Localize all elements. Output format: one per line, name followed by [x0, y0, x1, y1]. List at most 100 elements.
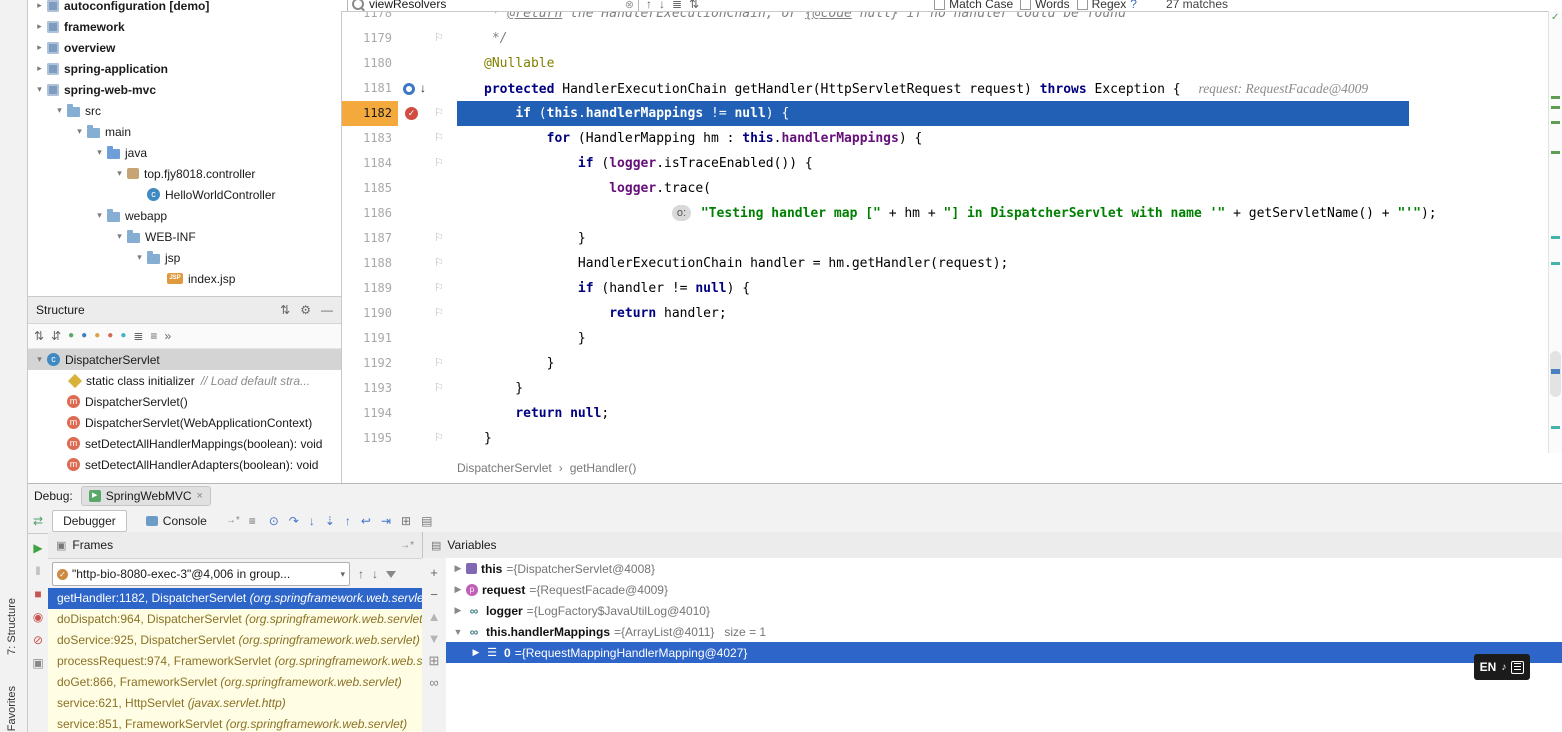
chevron-down-icon[interactable]: ▾ [72, 126, 87, 137]
line-number[interactable]: 1188 [342, 251, 398, 276]
editor-line[interactable]: 1191 } [342, 326, 1562, 351]
structure-tree-item[interactable]: msetDetectAllHandlerAdapters(boolean): v… [28, 454, 341, 475]
prev-frame-icon[interactable]: ↑ [358, 568, 364, 580]
remove-watch-icon[interactable]: − [430, 588, 438, 601]
debug-session-tab[interactable]: ▶ SpringWebMVC × [81, 486, 211, 506]
settings-gear-icon[interactable]: ⚙ [300, 304, 311, 316]
close-icon[interactable]: × [197, 490, 203, 502]
view-breakpoints-icon[interactable]: ◉ [33, 611, 43, 623]
line-number[interactable]: 1185 [342, 176, 398, 201]
error-stripe-mark[interactable] [1551, 369, 1560, 374]
editor-line[interactable]: 1190⚐ return handler; [342, 301, 1562, 326]
line-number[interactable]: 1179 [342, 26, 398, 51]
error-stripe-mark[interactable] [1551, 121, 1560, 124]
line-number[interactable]: 1189 [342, 276, 398, 301]
editor-line[interactable]: 1179⚐ */ [342, 26, 1562, 51]
line-number[interactable]: 1192 [342, 351, 398, 376]
thread-selector[interactable]: ✓ "http-bio-8080-exec-3"@4,006 in group.… [52, 562, 350, 586]
step-into-icon[interactable]: ↓ [309, 515, 315, 527]
editor-line[interactable]: 1189⚐ if (handler != null) { [342, 276, 1562, 301]
watches-icon[interactable]: ∞ [429, 676, 438, 689]
editor-line[interactable]: 1184⚐ if (logger.isTraceEnabled()) { [342, 151, 1562, 176]
collapse-icon[interactable]: ≡ [150, 330, 157, 342]
variable-row[interactable]: ▶prequest= {RequestFacade@4009} [446, 579, 1562, 600]
error-stripe-mark[interactable] [1551, 262, 1560, 265]
structure-tree[interactable]: ▾cDispatcherServletstatic class initiali… [28, 349, 341, 475]
chevron-down-icon[interactable]: ▾ [132, 252, 147, 263]
frame-row[interactable]: doDispatch:964, DispatcherServlet (org.s… [48, 609, 422, 630]
line-number[interactable]: 1191 [342, 326, 398, 351]
line-number[interactable]: 1181 [342, 76, 398, 101]
line-number[interactable]: 1194 [342, 401, 398, 426]
line-number[interactable]: 1183 [342, 126, 398, 151]
error-stripe-mark[interactable] [1551, 426, 1560, 429]
project-tree-item[interactable]: ▾java [28, 142, 341, 163]
match-case-checkbox[interactable] [934, 0, 945, 10]
chevron-down-icon[interactable]: ▾ [92, 147, 107, 158]
jump-to-output-icon[interactable]: →* [226, 515, 240, 526]
project-tree-item[interactable]: ▸autoconfiguration [demo] [28, 0, 341, 16]
sort-alpha-icon[interactable]: ⇅ [34, 330, 44, 342]
structure-tree-item[interactable]: static class initializer// Load default … [28, 370, 341, 391]
show-anonymous-icon[interactable]: ● [107, 331, 113, 341]
variable-row[interactable]: ▼∞this.handlerMappings= {ArrayList@4011}… [446, 621, 1562, 642]
variable-row[interactable]: ▶this= {DispatcherServlet@4008} [446, 558, 1562, 579]
chevron-down-icon[interactable]: ▾ [92, 210, 107, 221]
chevron-right-icon[interactable]: ▶ [468, 647, 484, 658]
editor-line[interactable]: 1180@Nullable [342, 51, 1562, 76]
expand-all-icon[interactable]: ⇅ [280, 304, 290, 316]
line-number[interactable]: 1193 [342, 376, 398, 401]
step-over-icon[interactable]: ↷ [289, 515, 299, 527]
editor-line[interactable]: 1187⚐ } [342, 226, 1562, 251]
chevron-right-icon[interactable]: ▸ [32, 0, 47, 11]
search-input[interactable]: viewResolvers ⊗ [347, 0, 639, 12]
project-tree-item[interactable]: ▸overview [28, 37, 341, 58]
editor-line[interactable]: 1193⚐ } [342, 376, 1562, 401]
structure-tree-item[interactable]: mDispatcherServlet() [28, 391, 341, 412]
line-number[interactable]: 1186 [342, 201, 398, 226]
ime-indicator[interactable]: EN ♪ [1474, 654, 1530, 680]
line-number[interactable]: 1195 [342, 426, 398, 451]
show-fields-icon[interactable]: ● [68, 331, 74, 341]
show-properties-icon[interactable]: ● [81, 331, 87, 341]
project-tree-item[interactable]: ▾webapp [28, 205, 341, 226]
project-tree[interactable]: ▸autoconfiguration [demo]▸framework▸over… [28, 0, 341, 295]
prev-match-icon[interactable]: ↑ [646, 0, 652, 11]
structure-tool-button[interactable]: 7: Structure [6, 598, 18, 655]
breadcrumb-method[interactable]: getHandler() [570, 461, 637, 475]
project-tree-item[interactable]: ▾top.fjy8018.controller [28, 163, 341, 184]
project-tree-item[interactable]: ▾WEB-INF [28, 226, 341, 247]
line-number[interactable]: 1190 [342, 301, 398, 326]
words-checkbox[interactable] [1020, 0, 1031, 10]
tab-debugger[interactable]: Debugger [52, 510, 127, 532]
error-stripe-mark[interactable] [1551, 151, 1560, 154]
show-inherited-icon[interactable]: ● [94, 331, 100, 341]
more-options-icon[interactable]: » [164, 330, 171, 342]
step-out-icon[interactable]: ↑ [345, 515, 351, 527]
project-tree-item[interactable]: ▾main [28, 121, 341, 142]
chevron-down-icon[interactable]: ▾ [32, 84, 47, 95]
line-number[interactable]: 1180 [342, 51, 398, 76]
frames-list[interactable]: getHandler:1182, DispatcherServlet (org.… [48, 588, 422, 732]
editor-line[interactable]: 1186 o: "Testing handler map [" + hm + "… [342, 201, 1562, 226]
breadcrumb-class[interactable]: DispatcherServlet [457, 461, 552, 475]
editor-line[interactable]: 1188⚐ HandlerExecutionChain handler = hm… [342, 251, 1562, 276]
next-match-icon[interactable]: ↓ [659, 0, 665, 11]
stop-icon[interactable]: ■ [34, 588, 41, 600]
chevron-down-icon[interactable]: ▾ [52, 105, 67, 116]
mute-breakpoints-icon[interactable]: ⊘ [33, 634, 43, 646]
frame-row[interactable]: doGet:866, FrameworkServlet (org.springf… [48, 672, 422, 693]
expand-icon[interactable]: ≣ [133, 330, 143, 342]
line-number[interactable]: 1182 [342, 101, 398, 126]
structure-tree-item[interactable]: msetDetectAllHandlerMappings(boolean): v… [28, 433, 341, 454]
drop-frame-icon[interactable]: ↩ [361, 515, 371, 527]
line-number[interactable]: 1184 [342, 151, 398, 176]
hide-frames-filter-icon[interactable] [386, 571, 396, 578]
editor-line[interactable]: 1194 return null; [342, 401, 1562, 426]
project-tree-item[interactable]: ▾src [28, 100, 341, 121]
chevron-right-icon[interactable]: ▸ [32, 63, 47, 74]
chevron-right-icon[interactable]: ▸ [32, 21, 47, 32]
scro ll-down-icon[interactable]: ▼ [428, 632, 441, 645]
execution-point-icon[interactable] [403, 83, 415, 95]
chevron-right-icon[interactable]: ▸ [32, 42, 47, 53]
